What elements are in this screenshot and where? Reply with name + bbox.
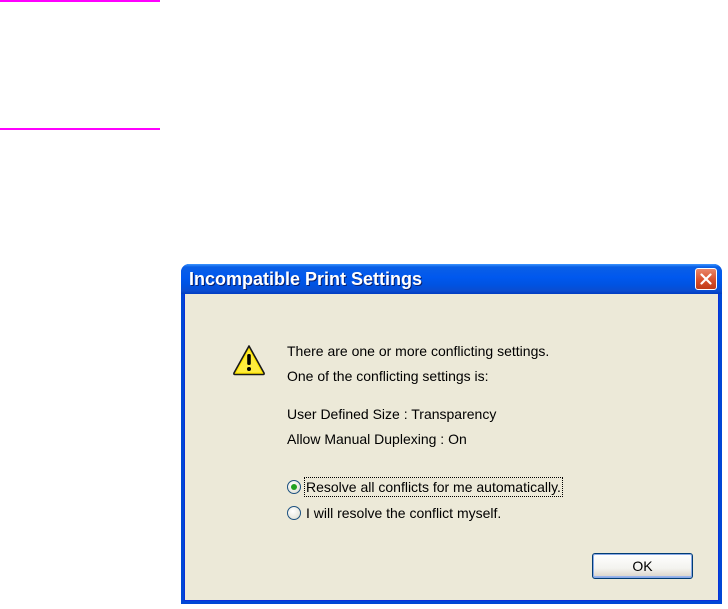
warning-icon bbox=[233, 345, 265, 376]
close-button[interactable] bbox=[695, 268, 717, 290]
message-line-2: One of the conflicting settings is: bbox=[287, 368, 489, 384]
option-resolve-myself[interactable]: I will resolve the conflict myself. bbox=[287, 505, 501, 521]
option-label-resolve-automatically[interactable]: Resolve all conflicts for me automatical… bbox=[304, 477, 563, 497]
dialog-title: Incompatible Print Settings bbox=[189, 269, 423, 289]
message-line-1: There are one or more conflicting settin… bbox=[287, 343, 550, 359]
dialog-titlebar[interactable]: Incompatible Print Settings bbox=[181, 264, 722, 294]
ok-button[interactable]: OK bbox=[592, 553, 693, 579]
radio-resolve-myself[interactable] bbox=[287, 506, 301, 520]
decorative-rule-bottom bbox=[0, 128, 160, 130]
decorative-rule-top bbox=[0, 0, 160, 2]
radio-resolve-automatically[interactable] bbox=[287, 480, 301, 494]
dialog-body: There are one or more conflicting settin… bbox=[184, 294, 719, 601]
close-icon bbox=[700, 273, 712, 285]
option-resolve-automatically[interactable]: Resolve all conflicts for me automatical… bbox=[287, 477, 563, 497]
conflict-setting-2: Allow Manual Duplexing : On bbox=[287, 431, 467, 447]
incompatible-print-settings-dialog: Incompatible Print Settings There are on… bbox=[181, 264, 722, 604]
conflict-setting-1: User Defined Size : Transparency bbox=[287, 406, 497, 422]
option-label-resolve-myself[interactable]: I will resolve the conflict myself. bbox=[306, 505, 501, 521]
